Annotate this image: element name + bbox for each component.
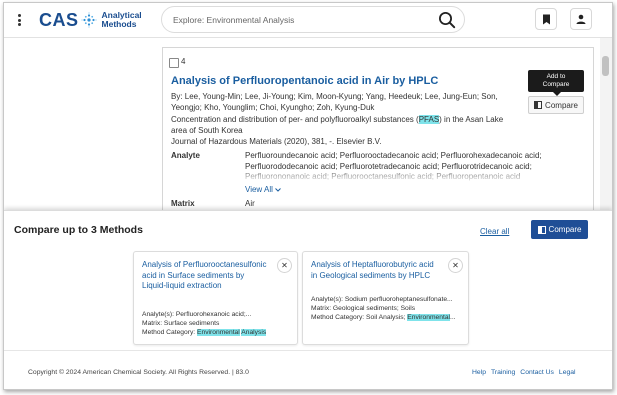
compare-card-matrix: Matrix: Geological sediments; Soils — [311, 305, 416, 312]
search-bar — [161, 6, 465, 33]
result-title-link[interactable]: Analysis of Perfluoropentanoic acid in A… — [171, 75, 438, 87]
cas-logo[interactable]: CAS Analytical Methods — [39, 10, 142, 30]
compare-panel: Compare up to 3 Methods Clear all Compar… — [4, 210, 612, 351]
compare-card-analytes: Analyte(s): Perfluorohexanoic acid;... — [142, 311, 252, 318]
category-label: Method Category: — [142, 329, 198, 336]
user-icon — [576, 14, 586, 24]
result-card: 4 Analysis of Perfluoropentanoic acid in… — [162, 47, 594, 210]
source-title-text: Concentration and distribution of per- a… — [171, 115, 419, 124]
search-input[interactable] — [173, 12, 423, 28]
chevron-down-icon — [275, 188, 281, 192]
analyte-label: Analyte — [171, 151, 200, 160]
top-header: CAS Analytical Methods — [4, 3, 612, 38]
logo-subtitle: Analytical Methods — [102, 11, 142, 29]
compare-card-title-link[interactable]: Analysis of Perfluorooctanesulfonic acid… — [142, 260, 270, 292]
compare-button[interactable]: Compare — [531, 220, 588, 239]
compare-card: Analysis of Heptafluorobutyric acid in G… — [302, 251, 469, 345]
footer-link-training[interactable]: Training — [491, 369, 515, 376]
compare-card-analytes: Analyte(s): Sodium perfluoroheptanesulfo… — [311, 296, 453, 303]
page-footer: Copyright © 2024 American Chemical Socie… — [4, 350, 612, 389]
footer-link-help[interactable]: Help — [472, 369, 486, 376]
logo-wordmark: CAS — [39, 9, 79, 30]
tooltip-line2: Compare — [542, 81, 570, 88]
view-all-link[interactable]: View All — [245, 185, 281, 194]
result-journal: Journal of Hazardous Materials (2020), 3… — [171, 137, 382, 146]
footer-links: Help Training Contact Us Legal — [472, 369, 576, 376]
search-term-highlight: Environmental — [197, 329, 240, 336]
cas-logo-icon — [80, 12, 97, 28]
bookmark-icon — [542, 14, 550, 24]
more-vertical-icon[interactable] — [14, 12, 24, 28]
search-term-highlight: Environmental — [407, 314, 451, 321]
compare-icon — [534, 101, 543, 109]
compare-card: Analysis of Perfluorooctanesulfonic acid… — [133, 251, 298, 345]
bookmark-button[interactable] — [535, 8, 557, 30]
compare-icon — [537, 225, 546, 234]
compare-card-matrix: Matrix: Surface sediments — [142, 320, 220, 327]
compare-card-title-link[interactable]: Analysis of Heptafluorobutyric acid in G… — [311, 260, 439, 281]
result-select-checkbox[interactable] — [169, 58, 179, 68]
compare-button-label: Compare — [548, 225, 582, 234]
add-to-compare-label: Compare — [545, 100, 578, 110]
compare-card-category: Method Category: Soil Analysis; Environm… — [311, 314, 459, 323]
footer-link-contact-us[interactable]: Contact Us — [520, 369, 554, 376]
search-term-highlight: PFAS — [418, 115, 440, 124]
logo-subtitle-line2: Methods — [101, 19, 137, 29]
result-authors: By: Lee, Young-Min; Lee, Ji-Young; Kim, … — [171, 92, 498, 112]
analyte-fade-overlay — [245, 169, 585, 183]
result-number: 4 — [181, 57, 186, 66]
remove-from-compare-button[interactable]: ✕ — [277, 258, 292, 273]
add-to-compare-button[interactable]: Compare — [528, 96, 584, 114]
matrix-value: Air — [245, 199, 255, 208]
search-term-highlight-2: Analysis — [241, 329, 267, 336]
view-all-label: View All — [245, 185, 273, 194]
copyright-text: Copyright © 2024 American Chemical Socie… — [28, 369, 249, 376]
search-icon[interactable] — [438, 11, 456, 29]
close-icon: ✕ — [281, 260, 288, 270]
tooltip-line1: Add to — [546, 73, 566, 80]
results-scrollbar[interactable] — [600, 38, 612, 210]
results-list: 4 Analysis of Perfluoropentanoic acid in… — [4, 38, 600, 210]
user-account-button[interactable] — [570, 8, 592, 30]
clear-all-link[interactable]: Clear all — [480, 227, 509, 236]
result-source-title: Concentration and distribution of per- a… — [171, 114, 521, 136]
remove-from-compare-button[interactable]: ✕ — [448, 258, 463, 273]
category-after: ... — [450, 314, 456, 321]
category-label: Method Category: Soil Analysis; — [311, 314, 408, 321]
add-to-compare-tooltip: Add to Compare — [528, 70, 584, 96]
close-icon: ✕ — [452, 260, 459, 270]
scrollbar-thumb[interactable] — [602, 56, 609, 76]
compare-card-category: Method Category: Environmental Analysis — [142, 329, 290, 338]
compare-heading: Compare up to 3 Methods — [14, 224, 143, 236]
app-window: CAS Analytical Methods Explore: Environm… — [3, 2, 613, 390]
matrix-label: Matrix — [171, 199, 195, 208]
footer-link-legal[interactable]: Legal — [559, 369, 576, 376]
